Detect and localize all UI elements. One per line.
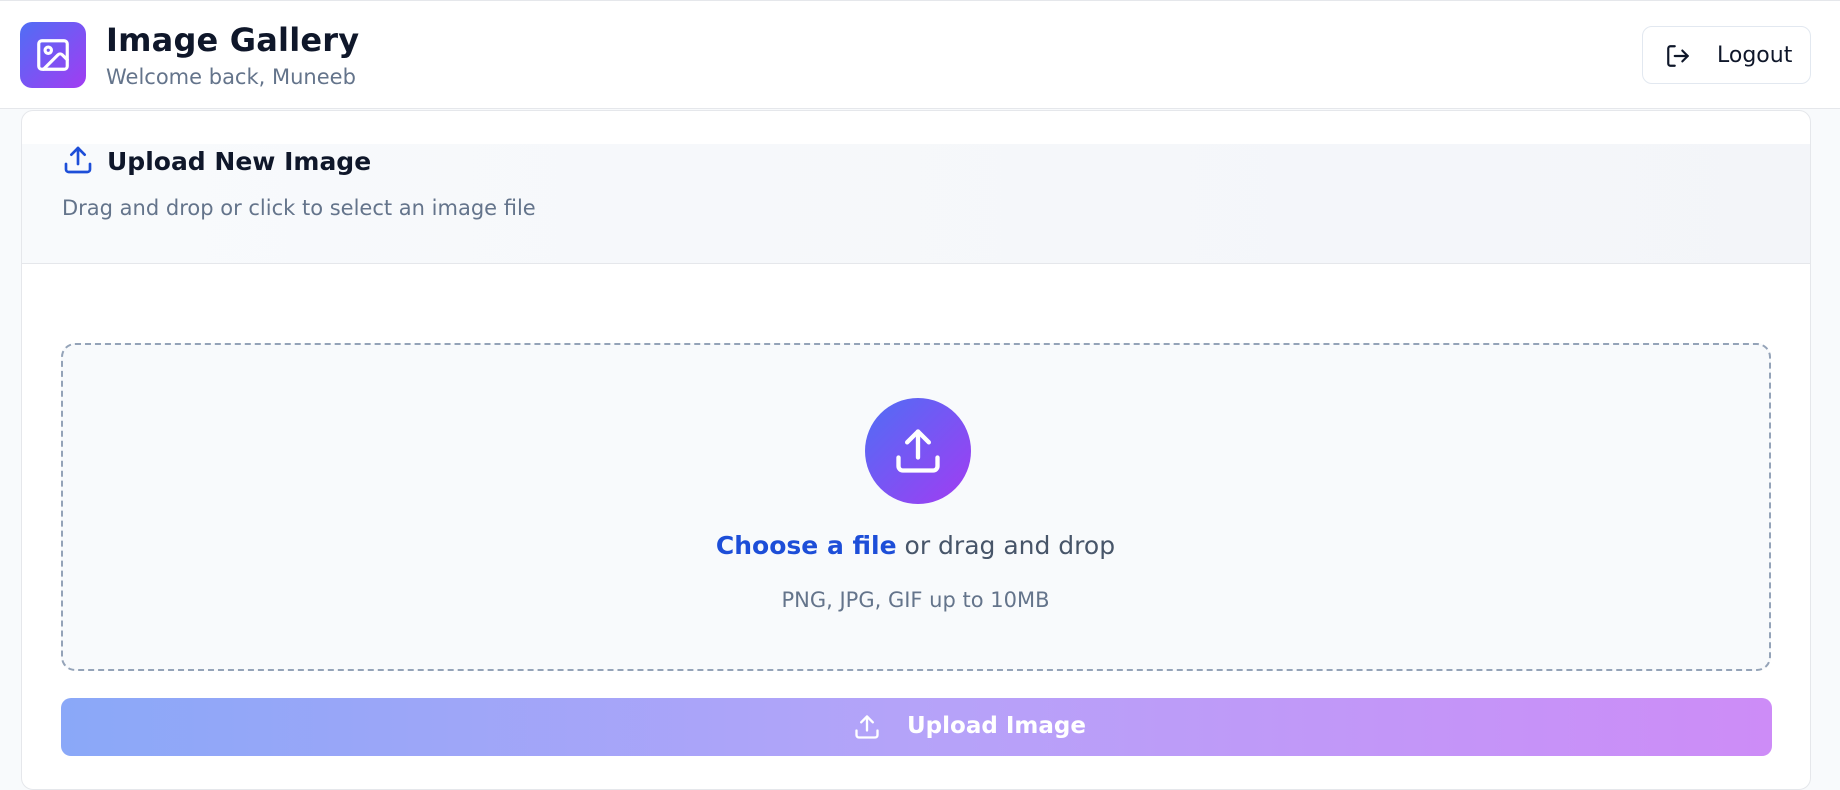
image-icon xyxy=(37,39,69,71)
welcome-message: Welcome back, Muneeb xyxy=(106,65,356,89)
app-logo xyxy=(20,22,86,88)
upload-image-label: Upload Image xyxy=(907,713,1086,739)
upload-card: Upload New Image Drag and drop or click … xyxy=(21,110,1811,790)
file-dropzone[interactable]: Choose a file or drag and drop PNG, JPG,… xyxy=(61,343,1771,671)
upload-icon xyxy=(855,715,879,739)
upload-card-header: Upload New Image Drag and drop or click … xyxy=(22,144,1810,264)
dropzone-icon-circle xyxy=(865,398,971,504)
dropzone-prompt: Choose a file or drag and drop xyxy=(63,531,1768,560)
file-type-hint: PNG, JPG, GIF up to 10MB xyxy=(781,588,1050,612)
upload-icon xyxy=(64,146,92,174)
logout-icon xyxy=(1667,45,1689,67)
upload-card-title: Upload New Image xyxy=(107,147,372,176)
upload-icon xyxy=(896,429,940,473)
app-header: Image Gallery Welcome back, Muneeb Logou… xyxy=(0,0,1840,109)
logout-button[interactable]: Logout xyxy=(1642,26,1811,84)
choose-file-link[interactable]: Choose a file xyxy=(716,531,897,560)
upload-card-description: Drag and drop or click to select an imag… xyxy=(62,196,536,220)
upload-image-button[interactable]: Upload Image xyxy=(61,698,1772,756)
drag-drop-text: or drag and drop xyxy=(896,531,1116,560)
logout-label: Logout xyxy=(1717,43,1793,68)
app-title: Image Gallery xyxy=(106,21,360,59)
